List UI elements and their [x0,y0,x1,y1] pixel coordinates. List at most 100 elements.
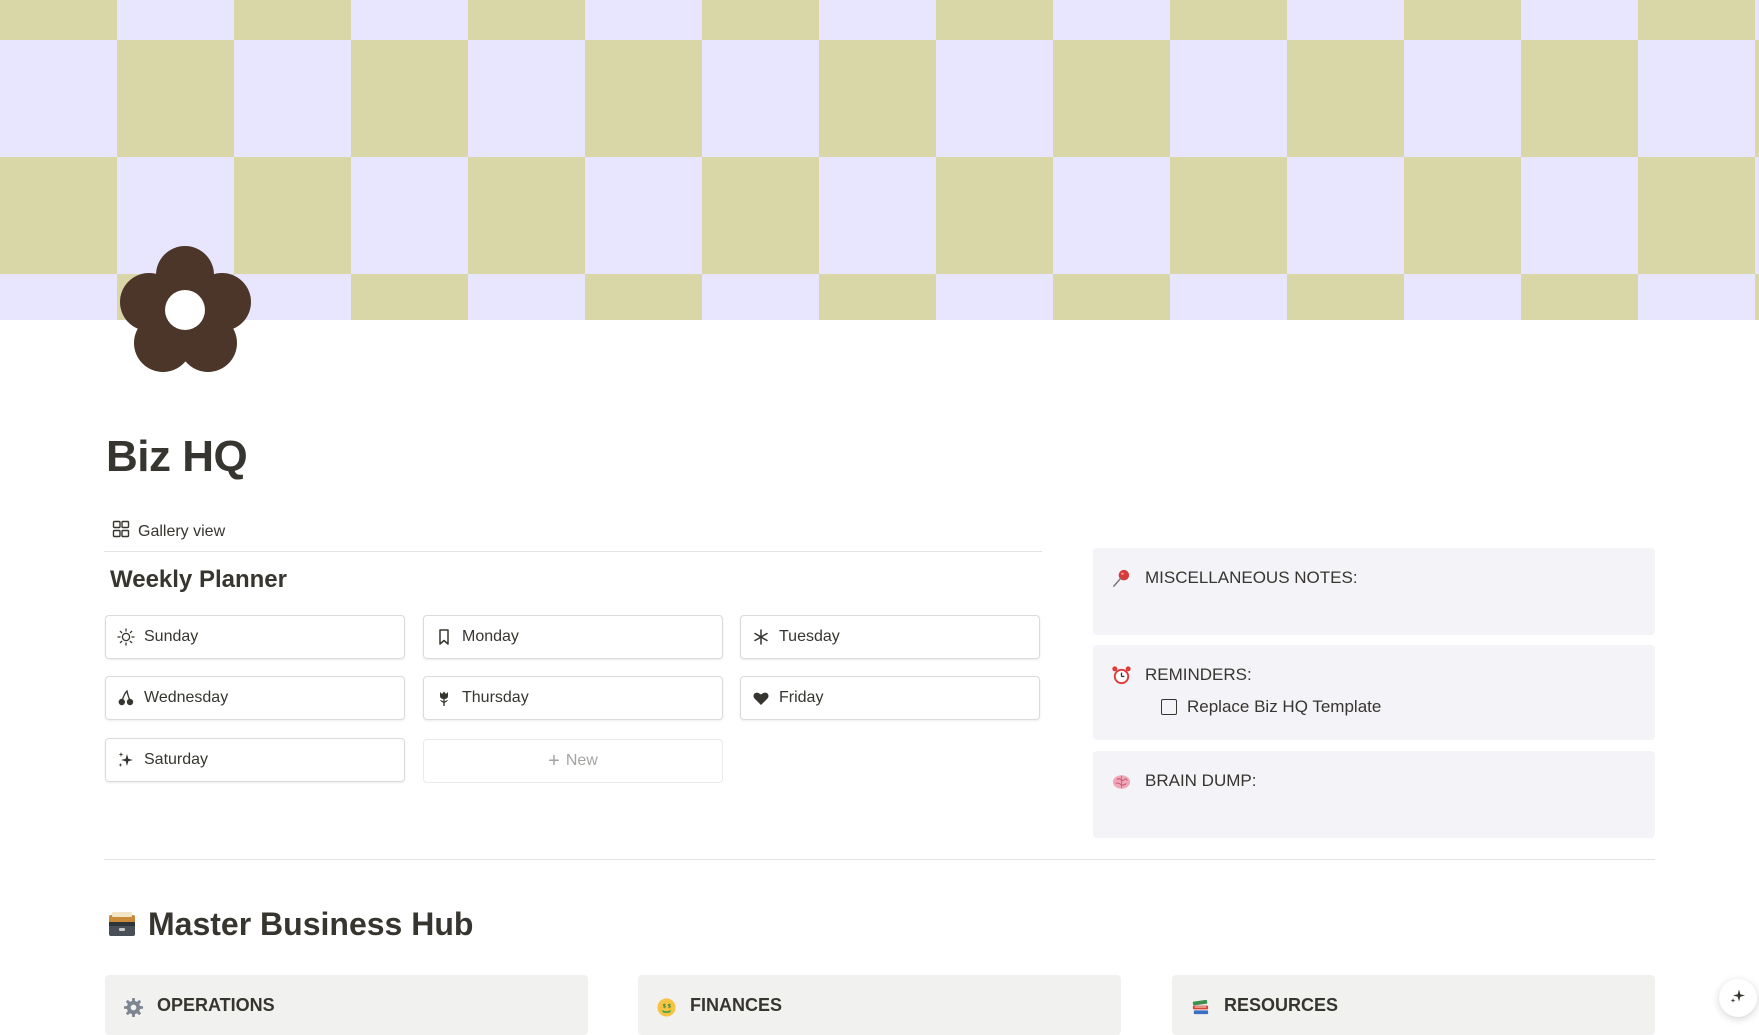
checker-tile [1053,157,1170,274]
card-saturday[interactable]: Saturday [105,738,405,782]
checker-tile [1287,274,1404,320]
hub-card-resources[interactable]: RESOURCES [1172,975,1655,1035]
checker-tile [468,0,585,40]
sun-icon [116,627,136,647]
checker-tile [1170,157,1287,274]
checker-tile [585,274,702,320]
checker-tile [1521,157,1638,274]
checker-tile [0,0,117,40]
checker-tile [1053,274,1170,320]
gallery-view-tab[interactable]: Gallery view [112,520,225,543]
checker-tile [1638,274,1755,320]
todo-item: Replace Biz HQ Template [1161,697,1637,717]
ai-assistant-button[interactable] [1719,979,1757,1017]
checker-tile [117,0,234,40]
flower-icon[interactable] [118,244,253,377]
alarm-clock-icon [1109,663,1133,687]
checker-tile [468,40,585,157]
gallery-grid-icon [112,520,130,543]
section-divider [104,859,1655,860]
hub-card-label: RESOURCES [1224,995,1339,1015]
checker-tile [936,40,1053,157]
brain-icon [1109,769,1133,793]
checker-tile [1287,40,1404,157]
hub-title: Master Business Hub [148,906,474,942]
checker-tile [1404,0,1521,40]
card-monday[interactable]: Monday [423,615,723,659]
todo-text[interactable]: Replace Biz HQ Template [1187,697,1381,717]
callout-brain-dump[interactable]: BRAIN DUMP: [1093,751,1655,838]
database-title[interactable]: Weekly Planner [110,566,287,594]
heart-icon [751,688,771,708]
checker-tile [0,274,117,320]
card-label: Friday [779,689,824,706]
card-label: Monday [462,628,519,645]
checker-tile [1755,40,1759,157]
checker-tile [351,40,468,157]
card-wednesday[interactable]: Wednesday [105,676,405,720]
card-tuesday[interactable]: Tuesday [740,615,1040,659]
callout-reminders[interactable]: REMINDERS: Replace Biz HQ Template [1093,645,1655,740]
callout-label: BRAIN DUMP: [1145,771,1257,790]
checker-tile [819,274,936,320]
checker-tile [117,40,234,157]
checker-tile [1170,40,1287,157]
checker-tile [702,157,819,274]
checker-tile [936,0,1053,40]
hub-card-label: FINANCES [690,995,783,1015]
gear-icon [121,995,145,1019]
books-icon [1188,995,1212,1019]
svg-text:$: $ [662,1003,666,1009]
checker-tile [1404,274,1521,320]
checker-tile [1170,274,1287,320]
checker-tile [702,0,819,40]
card-friday[interactable]: Friday [740,676,1040,720]
card-thursday[interactable]: Thursday [423,676,723,720]
card-sunday[interactable]: Sunday [105,615,405,659]
asterisk-icon [751,627,771,647]
checker-tile [1287,0,1404,40]
callout-misc-notes[interactable]: MISCELLANEOUS NOTES: [1093,548,1655,635]
hub-heading[interactable]: Master Business Hub [106,906,473,943]
checker-tile [1521,40,1638,157]
checker-tile [351,274,468,320]
pushpin-icon [1109,566,1133,590]
checkerboard-pattern [0,0,1759,320]
checker-tile [1170,0,1287,40]
checker-tile [1404,40,1521,157]
card-file-box-icon [106,909,138,941]
gallery-view-label: Gallery view [138,522,226,540]
card-label: Thursday [462,689,529,706]
svg-text:$: $ [667,1003,671,1009]
new-card-label: New [565,752,598,769]
checker-tile [468,274,585,320]
checker-tile [468,157,585,274]
checker-tile [0,157,117,274]
checker-tile [351,157,468,274]
hub-card-finances[interactable]: $ $ FINANCES [638,975,1121,1035]
bookmark-icon [434,627,454,647]
checker-tile [1521,274,1638,320]
checker-tile [819,0,936,40]
checker-tile [234,0,351,40]
page-cover[interactable] [0,0,1759,320]
todo-checkbox[interactable] [1161,699,1177,715]
view-divider [104,551,1042,552]
callout-label: MISCELLANEOUS NOTES: [1145,568,1358,587]
checker-tile [1755,157,1759,274]
checker-tile [0,40,117,157]
checker-tile [585,157,702,274]
checker-tile [1638,40,1755,157]
page-title[interactable]: Biz HQ [106,432,248,482]
new-card-button[interactable]: + New [423,739,723,783]
checker-tile [819,40,936,157]
card-label: Sunday [144,628,199,645]
checker-tile [1755,274,1759,320]
card-label: Wednesday [144,689,229,706]
sparkles-icon [116,750,136,770]
hub-card-operations[interactable]: OPERATIONS [105,975,588,1035]
card-label: Saturday [144,751,209,768]
checker-tile [936,157,1053,274]
hub-card-label: OPERATIONS [157,995,275,1015]
checker-tile [936,274,1053,320]
